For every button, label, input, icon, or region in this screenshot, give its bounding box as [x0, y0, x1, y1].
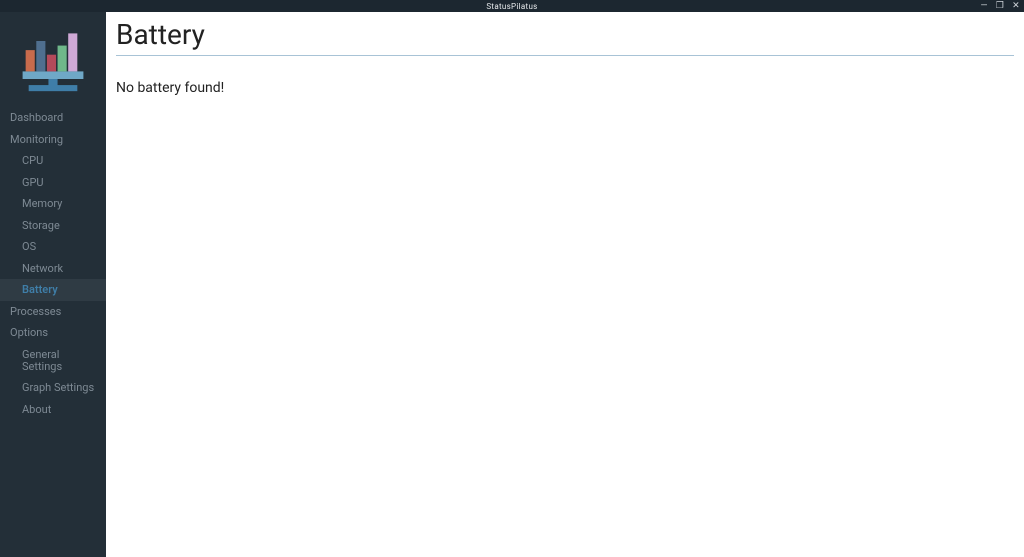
sidebar-item-storage[interactable]: Storage: [0, 215, 106, 237]
title-underline: [116, 55, 1014, 56]
close-button[interactable]: ✕: [1012, 1, 1020, 11]
status-message: No battery found!: [116, 80, 1014, 96]
sidebar-item-os[interactable]: OS: [0, 236, 106, 258]
main-content: Battery No battery found!: [106, 12, 1024, 557]
page-title: Battery: [116, 18, 1014, 53]
sidebar-item-cpu[interactable]: CPU: [0, 150, 106, 172]
sidebar-item-processes[interactable]: Processes: [0, 301, 106, 323]
sidebar-item-general-settings[interactable]: General Settings: [0, 344, 106, 377]
minimize-button[interactable]: —: [980, 1, 987, 11]
sidebar-item-graph-settings[interactable]: Graph Settings: [0, 377, 106, 399]
sidebar-section-options: Options: [0, 322, 106, 344]
maximize-button[interactable]: ❐: [996, 1, 1004, 11]
sidebar-item-network[interactable]: Network: [0, 258, 106, 280]
sidebar-section-monitoring: Monitoring: [0, 129, 106, 151]
logo-wrap: [0, 12, 106, 107]
sidebar-item-battery[interactable]: Battery: [0, 279, 106, 301]
chart-logo-icon: [15, 24, 91, 96]
sidebar-nav: Dashboard Monitoring CPU GPU Memory Stor…: [0, 107, 106, 420]
sidebar-item-gpu[interactable]: GPU: [0, 172, 106, 194]
window-title: StatusPilatus: [486, 2, 537, 11]
sidebar-item-about[interactable]: About: [0, 399, 106, 421]
sidebar: Dashboard Monitoring CPU GPU Memory Stor…: [0, 12, 106, 557]
app-frame: Dashboard Monitoring CPU GPU Memory Stor…: [0, 12, 1024, 557]
titlebar: StatusPilatus — ❐ ✕: [0, 0, 1024, 12]
sidebar-item-memory[interactable]: Memory: [0, 193, 106, 215]
sidebar-item-dashboard[interactable]: Dashboard: [0, 107, 106, 129]
window-controls: — ❐ ✕: [980, 0, 1020, 12]
